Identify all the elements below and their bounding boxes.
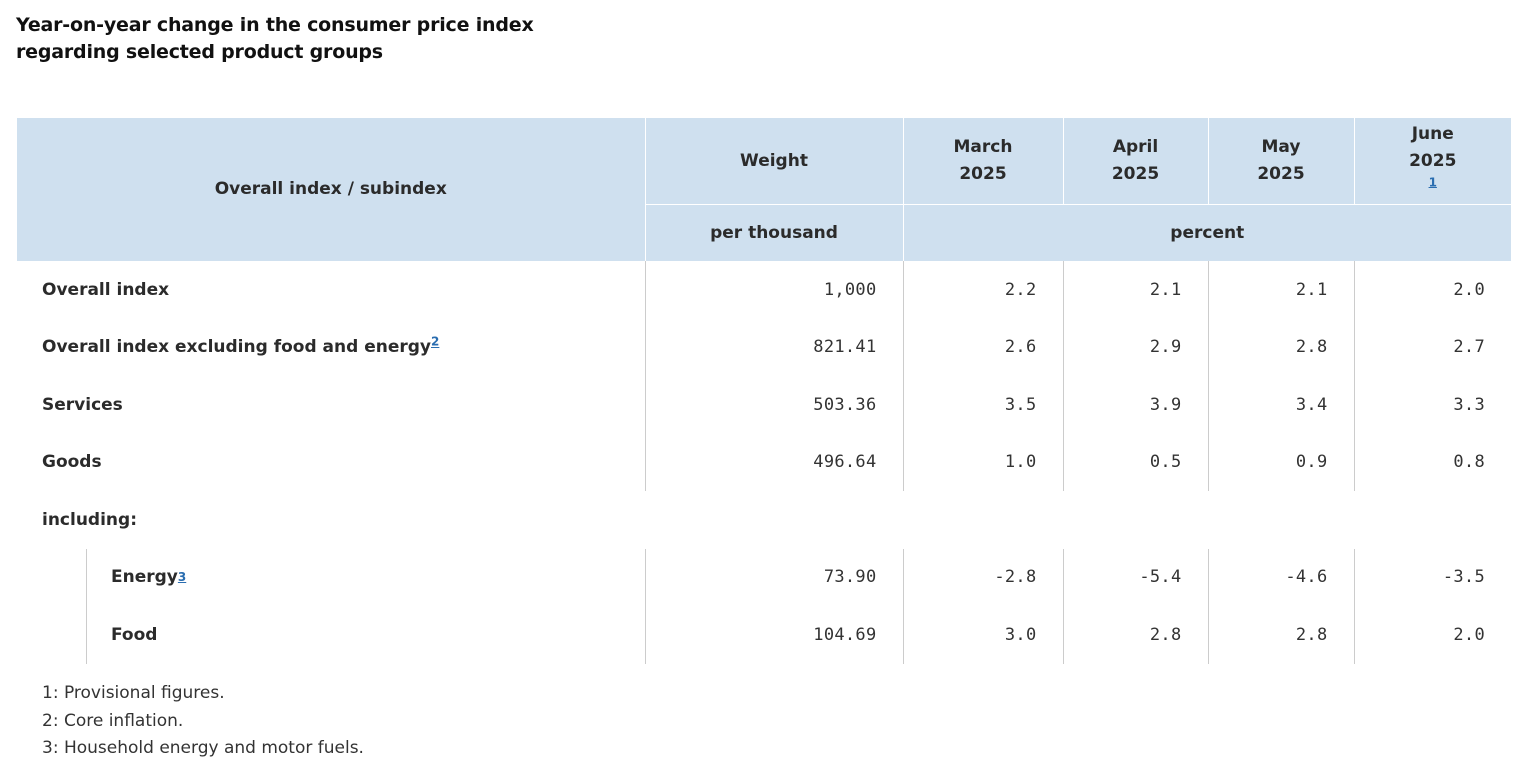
subrow-label: Food — [17, 606, 645, 664]
value-cell: 2.1 — [1207, 261, 1354, 319]
weight-cell: 821.41 — [644, 318, 903, 376]
header-month-june: June 2025 1 — [1353, 118, 1512, 205]
header-row-label: Overall index / subindex — [17, 118, 645, 261]
header-month-april: April 2025 — [1062, 118, 1208, 205]
table-row: Goods 496.64 1.0 0.5 0.9 0.8 — [17, 433, 1511, 491]
footnote-item: 1: Provisional figures. — [42, 683, 225, 703]
header-percent-unit: percent — [902, 204, 1511, 261]
table-body: Overall index 1,000 2.2 2.1 2.1 2.0 Over… — [17, 261, 1511, 664]
subrow-label: Energy 3 — [17, 548, 645, 606]
table-row: Overall index 1,000 2.2 2.1 2.1 2.0 — [17, 261, 1511, 319]
page-title-line-2: regarding selected product groups — [16, 41, 383, 63]
value-cell: 3.5 — [902, 376, 1063, 434]
footnote-ref-1[interactable]: 1 — [1429, 175, 1437, 189]
value-cell: 3.4 — [1207, 376, 1354, 434]
row-label-text: Overall index excluding food and energy — [42, 337, 431, 358]
page-title-line-1: Year-on-year change in the consumer pric… — [16, 14, 534, 36]
value-cell: 2.8 — [1207, 318, 1354, 376]
value-cell: 2.7 — [1353, 318, 1511, 376]
header-month-year: 2025 — [1257, 164, 1305, 184]
table-row: Services 503.36 3.5 3.9 3.4 3.3 — [17, 376, 1511, 434]
including-label: including: — [42, 509, 138, 530]
row-label: Services — [42, 394, 123, 415]
footnote-item: 2: Core inflation. — [42, 710, 184, 731]
value-cell: 2.0 — [1353, 261, 1511, 319]
value-cell: 1.0 — [902, 433, 1063, 491]
subrow-indent: Food — [86, 606, 645, 664]
row-label-text: Food — [111, 624, 158, 645]
page-title: Year-on-year change in the consumer pric… — [16, 12, 534, 66]
header-month-name: May — [1261, 137, 1301, 157]
weight-cell: 503.36 — [644, 376, 903, 434]
header-month-year: 2025 — [1111, 164, 1160, 184]
row-label: Overall index excluding food and energy2 — [17, 319, 645, 377]
value-cell: 3.0 — [902, 606, 1063, 664]
including-row: including: — [17, 491, 1511, 549]
footnote-link[interactable]: 1 — [1429, 175, 1437, 189]
value-cell: 0.8 — [1353, 433, 1511, 491]
row-label-text: Energy — [111, 567, 178, 588]
table-row: Energy 3 73.90 -2.8 -5.4 -4.6 -3.5 — [17, 548, 1511, 606]
header-month-name: June — [1411, 123, 1454, 144]
row-label: Goods — [42, 452, 102, 473]
table-row: Overall index excluding food and energy2… — [17, 318, 1511, 377]
value-cell: -5.4 — [1062, 548, 1208, 606]
header-month-name: April — [1112, 137, 1159, 157]
value-cell: 0.9 — [1207, 433, 1354, 491]
value-cell: 2.0 — [1353, 606, 1511, 664]
value-cell: -4.6 — [1207, 548, 1354, 606]
weight-cell: 496.64 — [644, 433, 903, 491]
table-header: Overall index / subindex Weight March 20… — [17, 118, 1511, 261]
weight-cell: 73.90 — [644, 548, 903, 606]
weight-cell: 104.69 — [644, 606, 903, 664]
table-row: Food 104.69 3.0 2.8 2.8 2.0 — [17, 606, 1511, 664]
value-cell: 0.5 — [1062, 433, 1208, 491]
value-cell: 2.9 — [1062, 318, 1208, 376]
footnote-ref-2[interactable]: 2 — [431, 335, 439, 349]
value-cell: 2.2 — [902, 261, 1063, 319]
weight-cell: 1,000 — [644, 261, 903, 319]
header-month-year: 2025 — [959, 164, 1007, 184]
header-weight-unit: per thousand — [644, 204, 903, 261]
value-cell: 2.6 — [902, 318, 1063, 376]
header-month-name: March — [953, 137, 1013, 157]
footnote-item: 3: Household energy and motor fuels. — [42, 738, 364, 758]
footnotes: 1: Provisional figures. 2: Core inflatio… — [42, 680, 364, 763]
footnote-link[interactable]: 3 — [178, 570, 186, 584]
header-month-may: May 2025 — [1207, 118, 1354, 205]
value-cell: -3.5 — [1353, 548, 1511, 606]
header-month-year: 2025 1 — [1355, 148, 1512, 202]
value-cell: 3.3 — [1353, 376, 1511, 434]
cpi-table: Overall index / subindex Weight March 20… — [17, 118, 1511, 664]
value-cell: 2.8 — [1062, 606, 1208, 664]
header-month-march: March 2025 — [902, 118, 1063, 205]
row-label: Overall index — [42, 279, 170, 300]
subrow-indent: Energy 3 — [86, 548, 645, 606]
value-cell: -2.8 — [902, 548, 1063, 606]
header-weight: Weight — [644, 118, 903, 205]
header-year-text: 2025 — [1409, 150, 1457, 171]
value-cell: 3.9 — [1062, 376, 1208, 434]
value-cell: 2.1 — [1062, 261, 1208, 319]
value-cell: 2.8 — [1207, 606, 1354, 664]
footnote-link[interactable]: 2 — [431, 335, 439, 349]
